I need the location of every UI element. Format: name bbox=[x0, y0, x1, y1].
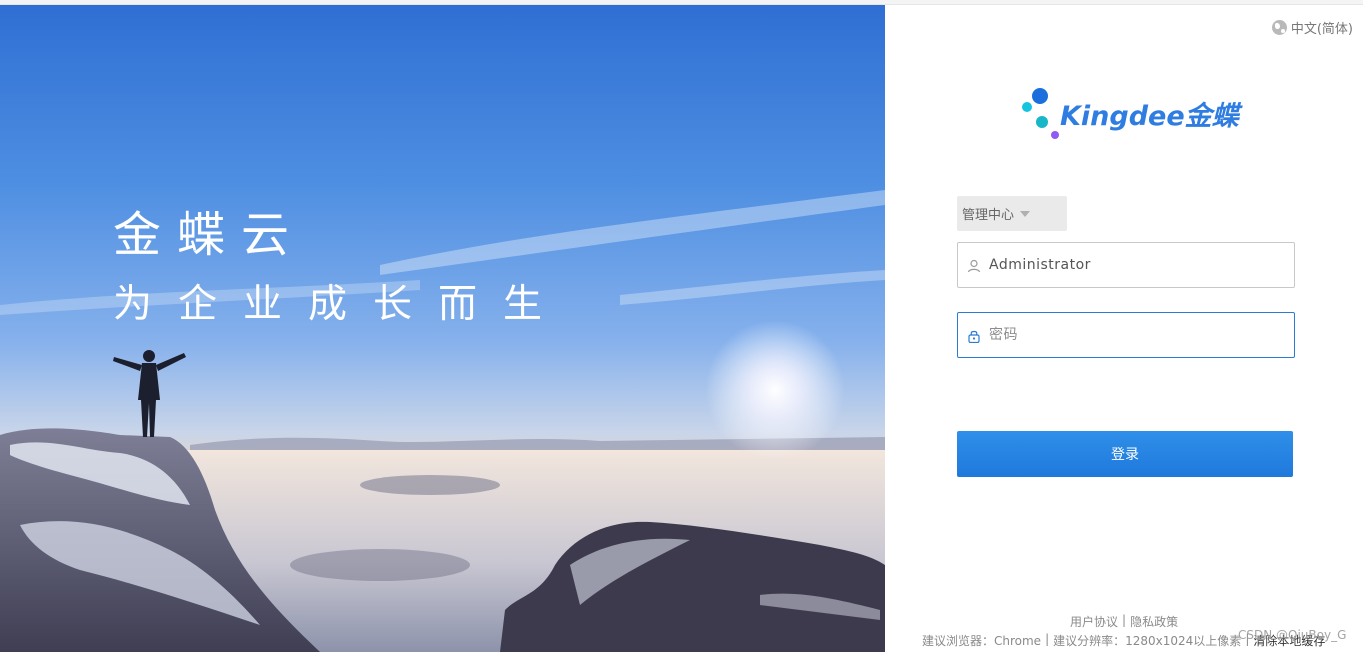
logo-dot bbox=[1051, 131, 1059, 139]
logo-dot bbox=[1022, 102, 1032, 112]
browser-tip: 建议浏览器：Chrome bbox=[922, 634, 1042, 648]
logo-dot bbox=[1036, 116, 1048, 128]
management-center-label: 管理中心 bbox=[962, 208, 1015, 223]
hero-image: 金蝶云 为企业成长而生 bbox=[0, 5, 885, 652]
footer-links: 用户协议 | 隐私政策 bbox=[1070, 613, 1178, 630]
cloud-sea-shadow bbox=[360, 475, 500, 495]
language-label: 中文(简体) bbox=[1290, 22, 1353, 37]
management-center-dropdown[interactable]: 管理中心 bbox=[957, 196, 1067, 231]
caret-down-icon bbox=[1020, 210, 1031, 217]
kingdee-logo: Kingdee金蝶 bbox=[1020, 86, 1240, 146]
footer-separator: | bbox=[1045, 632, 1050, 646]
globe-icon bbox=[1271, 20, 1287, 35]
sky-cloud bbox=[380, 190, 885, 275]
hero-title: 金蝶云 bbox=[113, 207, 306, 263]
language-switcher[interactable]: 中文(简体) bbox=[1271, 18, 1353, 37]
privacy-policy-link[interactable]: 隐私政策 bbox=[1130, 613, 1178, 630]
user-icon bbox=[967, 258, 981, 273]
username-input[interactable] bbox=[987, 256, 1281, 274]
person-silhouette bbox=[113, 350, 186, 437]
resolution-tip: 建议分辨率：1280x1024以上像素 bbox=[1053, 634, 1242, 648]
password-field[interactable] bbox=[957, 312, 1295, 358]
password-input[interactable] bbox=[987, 326, 1281, 344]
sky-cloud bbox=[620, 270, 885, 305]
watermark: CSDN @QiuBoy_G bbox=[1238, 628, 1347, 642]
lock-icon bbox=[967, 328, 981, 344]
user-agreement-link[interactable]: 用户协议 bbox=[1070, 613, 1118, 630]
footer-separator: | bbox=[1122, 613, 1127, 627]
username-field[interactable] bbox=[957, 242, 1295, 288]
logo-wordmark: Kingdee金蝶 bbox=[1060, 101, 1239, 132]
sun bbox=[705, 320, 845, 460]
logo-dot bbox=[1032, 88, 1048, 104]
cloud-sea-shadow bbox=[290, 549, 470, 581]
hero-subtitle: 为企业成长而生 bbox=[113, 282, 569, 327]
login-button[interactable]: 登录 bbox=[957, 431, 1293, 477]
